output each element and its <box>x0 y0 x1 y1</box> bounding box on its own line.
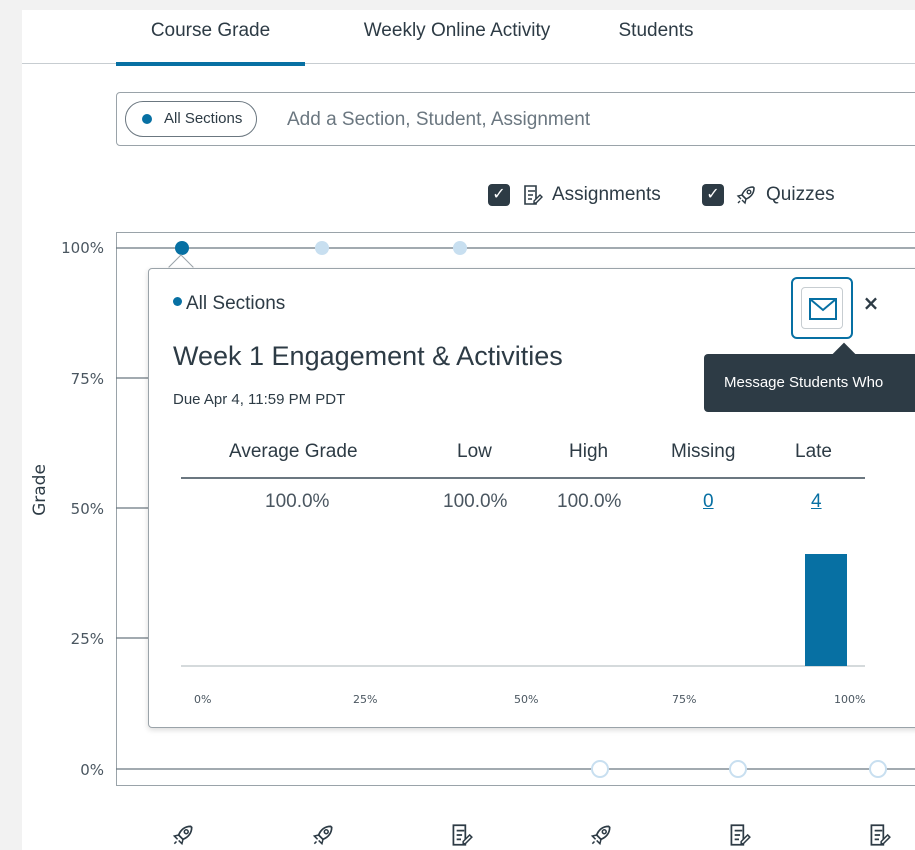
histogram-x-tick: 25% <box>353 693 378 706</box>
assignment-popup: All Sections Week 1 Engagement & Activit… <box>148 268 915 728</box>
late-count-link[interactable]: 4 <box>811 491 822 513</box>
header-average-grade: Average Grade <box>229 441 358 462</box>
section-dot-icon <box>173 297 182 306</box>
header-late: Late <box>795 441 832 462</box>
histogram-x-tick: 75% <box>672 693 697 706</box>
data-point[interactable] <box>729 760 747 778</box>
value-low: 100.0% <box>443 491 508 512</box>
data-point[interactable] <box>591 760 609 778</box>
histogram-x-tick: 0% <box>194 693 212 706</box>
popup-section-label: All Sections <box>186 293 286 314</box>
data-point-selected[interactable] <box>175 241 189 255</box>
histogram-bar <box>805 554 847 666</box>
message-students-tooltip: Message Students Who <box>704 354 915 412</box>
assignment-icon <box>870 824 891 846</box>
grade-histogram <box>181 554 865 667</box>
popup-due-date: Due Apr 4, 11:59 PM PDT <box>173 391 346 408</box>
popup-section: All Sections <box>173 293 285 315</box>
data-point[interactable] <box>315 241 329 255</box>
header-high: High <box>569 441 609 462</box>
close-icon[interactable]: × <box>859 291 883 315</box>
missing-count-link[interactable]: 0 <box>703 491 714 513</box>
envelope-icon <box>809 298 837 320</box>
popup-title: Week 1 Engagement & Activities <box>173 341 563 371</box>
rocket-icon <box>312 825 333 846</box>
message-students-button[interactable] <box>791 277 853 339</box>
assignment-icon <box>452 824 473 846</box>
stats-divider <box>181 477 865 479</box>
header-low: Low <box>457 441 492 462</box>
histogram-x-tick: 100% <box>834 693 866 706</box>
header-missing: Missing <box>671 441 736 462</box>
data-point[interactable] <box>869 760 887 778</box>
value-high: 100.0% <box>557 491 622 512</box>
histogram-x-tick: 50% <box>514 693 539 706</box>
value-average-grade: 100.0% <box>265 491 330 512</box>
data-point[interactable] <box>453 241 467 255</box>
assignment-icon <box>730 824 751 846</box>
rocket-icon <box>172 825 193 846</box>
analytics-page: Course Grade Weekly Online Activity Stud… <box>22 10 915 850</box>
rocket-icon <box>590 825 611 846</box>
